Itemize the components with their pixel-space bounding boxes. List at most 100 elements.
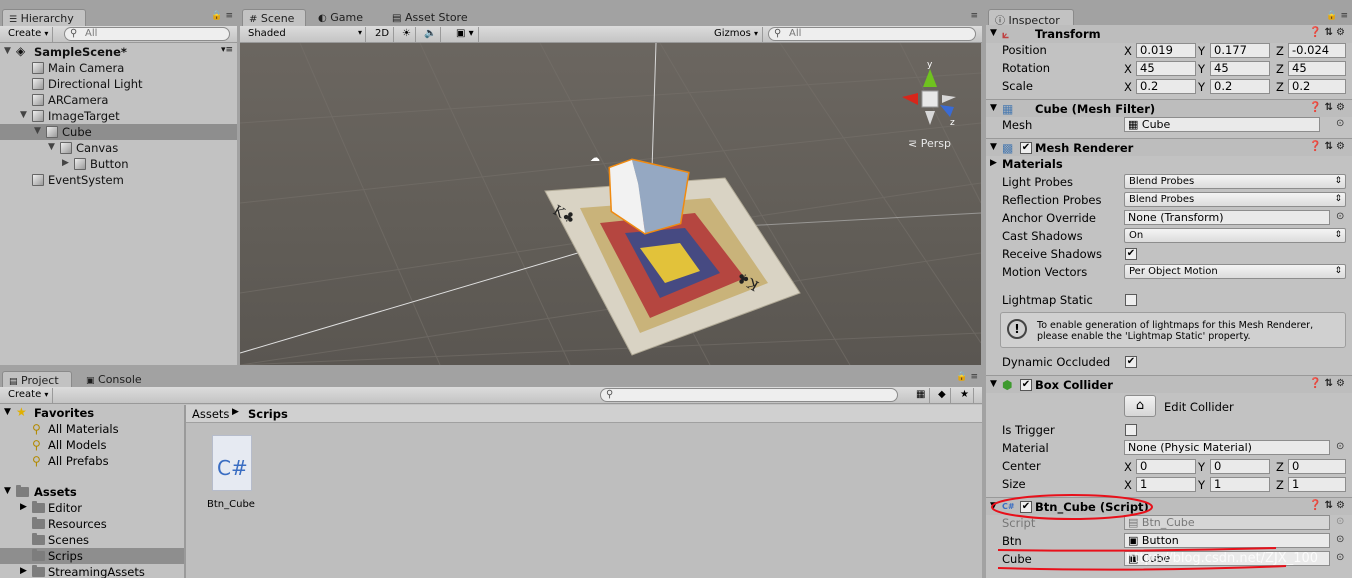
tab-scene[interactable]: # Scene: [242, 9, 306, 26]
tab-options[interactable]: 🔒 ≡: [1326, 11, 1348, 21]
tree-item-arcamera[interactable]: ARCamera: [0, 92, 237, 108]
object-picker-icon[interactable]: ⊙: [1336, 552, 1344, 563]
object-picker-icon[interactable]: ⊙: [1336, 118, 1344, 129]
center-x[interactable]: X0: [1124, 458, 1198, 474]
tree-item-cube[interactable]: ▼ Cube: [0, 124, 237, 140]
folder-streamingassets[interactable]: ▶ StreamingAssets: [0, 564, 184, 578]
hierarchy-search-input[interactable]: ⚲ All: [64, 27, 230, 41]
tree-item-directional-light[interactable]: Directional Light: [0, 76, 237, 92]
folder-scenes[interactable]: Scenes: [0, 532, 184, 548]
rotation-x[interactable]: X 45: [1124, 60, 1198, 76]
size-y[interactable]: Y1: [1198, 476, 1272, 492]
reflection-probes-dropdown[interactable]: Blend Probes ⇕: [1124, 192, 1346, 207]
receive-shadows-checkbox[interactable]: ✔: [1125, 248, 1137, 260]
position-x[interactable]: X 0.019: [1124, 42, 1198, 58]
favorites-row[interactable]: ▼ ★ Favorites: [0, 405, 184, 421]
expand-arrow-icon[interactable]: ▼: [48, 142, 55, 152]
box-collider-header[interactable]: ▼ ⬢ ✔ Box Collider ❓⇅⚙: [986, 375, 1352, 393]
component-menu-icon[interactable]: ❓⇅⚙: [1309, 27, 1348, 38]
tab-options[interactable]: 🔒 ≡: [211, 11, 233, 21]
scene-search-input[interactable]: ⚲ All: [768, 27, 976, 41]
tree-item-imagetarget[interactable]: ▼ ImageTarget: [0, 108, 237, 124]
create-button[interactable]: Create ▾: [4, 388, 54, 403]
tab-console[interactable]: ▣ Console: [80, 371, 148, 388]
motion-vectors-dropdown[interactable]: Per Object Motion ⇕: [1124, 264, 1346, 279]
create-button[interactable]: Create ▾: [4, 27, 54, 42]
mesh-renderer-header[interactable]: ▼ ▩ ✔ Mesh Renderer ❓⇅⚙: [986, 138, 1352, 156]
edit-collider-button[interactable]: ⌂: [1124, 395, 1156, 417]
filter-by-label-icon[interactable]: ◆: [934, 388, 951, 403]
lightmap-static-checkbox[interactable]: [1125, 294, 1137, 306]
script-enabled-checkbox[interactable]: ✔: [1020, 501, 1032, 513]
tree-item-canvas[interactable]: ▼ Canvas: [0, 140, 237, 156]
filter-by-type-icon[interactable]: ▦: [912, 388, 931, 403]
orientation-gizmo[interactable]: y z: [902, 60, 956, 128]
light-probes-dropdown[interactable]: Blend Probes ⇕: [1124, 174, 1346, 189]
materials-row[interactable]: ▶ Materials: [986, 155, 1352, 173]
is-trigger-checkbox[interactable]: [1125, 424, 1137, 436]
favorite-all-models[interactable]: ⚲ All Models: [0, 437, 184, 453]
mesh-renderer-enabled-checkbox[interactable]: ✔: [1020, 142, 1032, 154]
tab-hierarchy[interactable]: ☰ Hierarchy: [2, 9, 86, 26]
size-z[interactable]: Z1: [1276, 476, 1350, 492]
dynamic-occluded-checkbox[interactable]: ✔: [1125, 356, 1137, 368]
object-picker-icon[interactable]: ⊙: [1336, 534, 1344, 545]
file-item-btn-cube[interactable]: C# Btn_Cube: [204, 435, 260, 515]
folder-resources[interactable]: Resources: [0, 516, 184, 532]
component-menu-icon[interactable]: ❓⇅⚙: [1309, 500, 1348, 511]
rotation-y[interactable]: Y 45: [1198, 60, 1272, 76]
tab-inspector[interactable]: ⓘ Inspector: [988, 9, 1074, 27]
scale-z[interactable]: Z 0.2: [1276, 78, 1350, 94]
cast-shadows-dropdown[interactable]: On ⇕: [1124, 228, 1346, 243]
center-y[interactable]: Y0: [1198, 458, 1272, 474]
component-menu-icon[interactable]: ❓⇅⚙: [1309, 378, 1348, 389]
anchor-override-field[interactable]: None (Transform): [1124, 210, 1330, 225]
position-z[interactable]: Z -0.024: [1276, 42, 1350, 58]
tab-game[interactable]: ◐ Game: [312, 9, 369, 26]
component-menu-icon[interactable]: ❓⇅⚙: [1309, 141, 1348, 152]
scene-row[interactable]: ▼ ◈ SampleScene* ▾≡: [0, 44, 237, 60]
scene-options-icon[interactable]: ▾≡: [221, 45, 233, 55]
folder-scrips[interactable]: Scrips: [0, 548, 184, 564]
tab-options[interactable]: ≡: [970, 11, 978, 21]
collapse-arrow-icon[interactable]: ▶: [62, 158, 69, 168]
folder-editor[interactable]: ▶ Editor: [0, 500, 184, 516]
gizmos-dropdown[interactable]: Gizmos ▾: [710, 27, 764, 42]
tab-options[interactable]: 🔒 ≡: [956, 372, 978, 382]
breadcrumb-assets[interactable]: Assets: [192, 407, 229, 421]
object-picker-icon[interactable]: ⊙: [1336, 441, 1344, 452]
script-header[interactable]: ▼ C# ✔ Btn_Cube (Script) ❓⇅⚙: [986, 497, 1352, 515]
scene-viewport[interactable]: K♣ K♣ ☁ y z ⋜ Persp: [240, 43, 981, 365]
favorite-star-icon[interactable]: ★: [956, 388, 974, 403]
size-x[interactable]: X1: [1124, 476, 1198, 492]
scale-y[interactable]: Y 0.2: [1198, 78, 1272, 94]
expand-arrow-icon[interactable]: ▼: [20, 110, 27, 120]
breadcrumb-scrips[interactable]: Scrips: [248, 407, 288, 421]
component-menu-icon[interactable]: ❓⇅⚙: [1309, 102, 1348, 113]
tab-project[interactable]: ▤ Project: [2, 371, 72, 388]
lighting-toggle-icon[interactable]: ☀: [398, 27, 416, 42]
tree-item-button[interactable]: ▶ Button: [0, 156, 237, 172]
tree-item-eventsystem[interactable]: EventSystem: [0, 172, 237, 188]
project-search-input[interactable]: ⚲: [600, 388, 898, 402]
box-collider-enabled-checkbox[interactable]: ✔: [1020, 379, 1032, 391]
2d-toggle-button[interactable]: 2D: [371, 27, 395, 42]
object-picker-icon[interactable]: ⊙: [1336, 211, 1344, 222]
audio-toggle-icon[interactable]: 🔈: [420, 27, 442, 42]
favorite-all-materials[interactable]: ⚲ All Materials: [0, 421, 184, 437]
position-y[interactable]: Y 0.177: [1198, 42, 1272, 58]
favorite-all-prefabs[interactable]: ⚲ All Prefabs: [0, 453, 184, 469]
rotation-z[interactable]: Z 45: [1276, 60, 1350, 76]
shading-mode-dropdown[interactable]: Shaded ▾: [244, 27, 366, 42]
projection-label[interactable]: ⋜ Persp: [908, 137, 951, 150]
scale-x[interactable]: X 0.2: [1124, 78, 1198, 94]
assets-row[interactable]: ▼ Assets: [0, 484, 184, 500]
btn-field[interactable]: ▣ Button: [1124, 533, 1330, 548]
effects-dropdown-icon[interactable]: ▣ ▾: [452, 27, 479, 42]
tree-item-main-camera[interactable]: Main Camera: [0, 60, 237, 76]
center-z[interactable]: Z0: [1276, 458, 1350, 474]
mesh-filter-header[interactable]: ▼ ▦ Cube (Mesh Filter) ❓⇅⚙: [986, 99, 1352, 117]
tab-asset-store[interactable]: ▤ Asset Store: [386, 9, 474, 26]
material-field[interactable]: None (Physic Material): [1124, 440, 1330, 455]
mesh-field[interactable]: ▦ Cube: [1124, 117, 1320, 132]
